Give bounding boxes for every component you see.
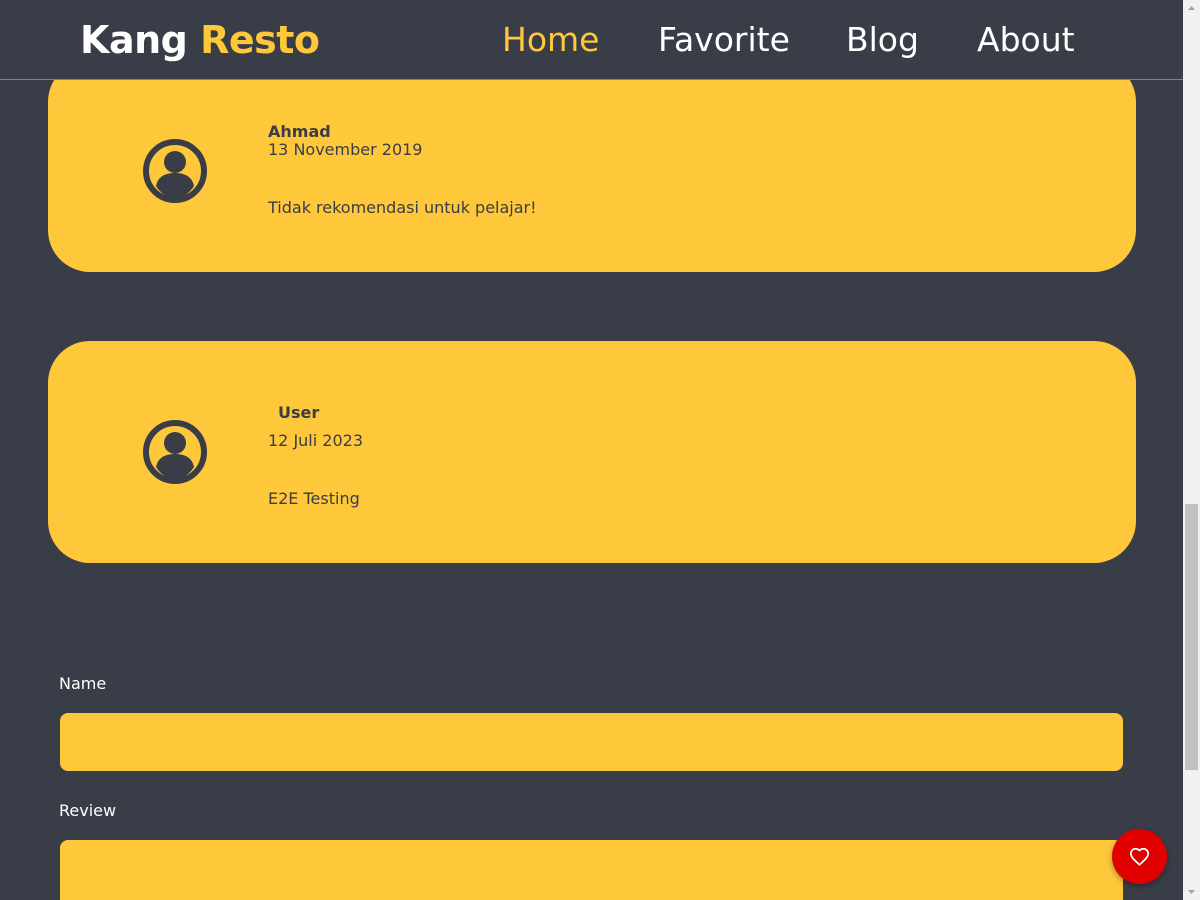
review-field-label: Review bbox=[59, 801, 117, 820]
page: Kang Resto Home Favorite Blog About Ahma… bbox=[0, 0, 1200, 900]
name-input[interactable] bbox=[60, 713, 1123, 771]
review-text: Tidak rekomendasi untuk pelajar! bbox=[268, 198, 537, 217]
user-circle-icon bbox=[143, 139, 207, 203]
heart-outline-icon bbox=[1130, 847, 1149, 866]
favorite-button[interactable] bbox=[1112, 829, 1167, 884]
nav-favorite-link[interactable]: Favorite bbox=[658, 18, 790, 62]
reviewer-name: User bbox=[278, 403, 320, 422]
user-circle-icon bbox=[143, 420, 207, 484]
name-field-label: Name bbox=[59, 674, 107, 693]
scroll-up-arrow-icon[interactable] bbox=[1183, 0, 1200, 17]
scrollbar-thumb[interactable] bbox=[1185, 504, 1198, 770]
nav-home-link[interactable]: Home bbox=[502, 18, 599, 62]
brand-name-part1: Kang bbox=[80, 18, 188, 62]
brand-name-part2: Resto bbox=[200, 18, 320, 62]
page-scrollbar[interactable] bbox=[1183, 0, 1200, 900]
review-text: E2E Testing bbox=[268, 489, 360, 508]
scroll-down-arrow-icon[interactable] bbox=[1183, 883, 1200, 900]
brand-logo[interactable]: Kang Resto bbox=[80, 15, 320, 65]
nav-about-link[interactable]: About bbox=[977, 18, 1075, 62]
reviewer-name: Ahmad bbox=[268, 122, 331, 141]
review-date: 13 November 2019 bbox=[268, 140, 423, 159]
app-bar: Kang Resto Home Favorite Blog About bbox=[0, 0, 1183, 80]
review-date: 12 Juli 2023 bbox=[268, 431, 363, 450]
review-card: Ahmad 13 November 2019 Tidak rekomendasi… bbox=[48, 60, 1136, 272]
nav-blog-link[interactable]: Blog bbox=[846, 18, 919, 62]
review-textarea[interactable] bbox=[60, 840, 1123, 900]
review-card: User 12 Juli 2023 E2E Testing bbox=[48, 341, 1136, 563]
